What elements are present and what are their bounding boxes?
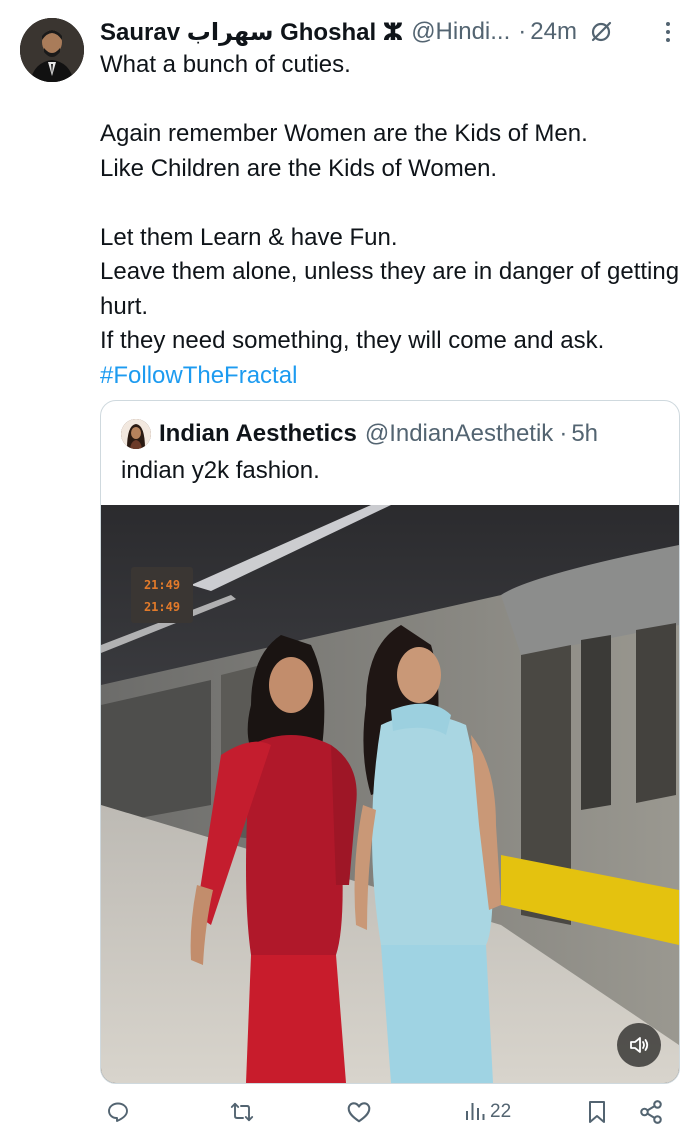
separator-dot: · — [559, 420, 568, 447]
tweet-line: Let them Learn & have Fun. — [100, 223, 398, 251]
share-icon — [640, 1100, 662, 1124]
views-button[interactable]: 22 — [464, 1096, 511, 1128]
quoted-author-name[interactable]: Indian Aesthetics — [159, 420, 357, 448]
retweet-button[interactable] — [230, 1096, 254, 1128]
quoted-tweet-header: Indian Aesthetics @IndianAesthetik · 5h — [121, 417, 598, 451]
tweet-text: What a bunch of cuties. Again remember W… — [100, 48, 680, 393]
retweet-icon — [230, 1102, 254, 1122]
quoted-tweet-text: indian y2k fashion. — [121, 457, 320, 484]
views-icon — [466, 1103, 485, 1120]
bookmark-button[interactable] — [586, 1096, 608, 1128]
share-button[interactable] — [638, 1096, 664, 1128]
tweet-actions: 22 — [100, 1092, 680, 1132]
tweet-line: Leave them alone, unless they are in dan… — [100, 258, 680, 320]
video-frame: 21:49 21:49 — [101, 505, 679, 1083]
tweet-header: Saurav سهراب Ghoshal ⵣ @Hindi... · 24m — [100, 14, 680, 50]
more-options-icon[interactable] — [656, 20, 680, 44]
like-button[interactable] — [346, 1096, 372, 1128]
quoted-tweet[interactable]: Indian Aesthetics @IndianAesthetik · 5h … — [100, 400, 680, 1084]
reply-button[interactable] — [106, 1096, 130, 1128]
views-count: 22 — [490, 1101, 512, 1122]
tweet-line: Like Children are the Kids of Women. — [100, 154, 498, 182]
avatar[interactable] — [20, 18, 84, 82]
tweet-line: What a bunch of cuties. — [100, 51, 351, 78]
platform-display-time: 21:49 — [144, 578, 180, 592]
mute-button[interactable] — [617, 1023, 661, 1067]
tweet-line: Again remember Women are the Kids of Men… — [100, 120, 588, 147]
separator-dot: · — [518, 18, 527, 45]
quoted-avatar[interactable] — [121, 419, 151, 449]
quoted-timestamp[interactable]: 5h — [571, 420, 598, 448]
bookmark-icon — [589, 1101, 605, 1123]
hashtag-link[interactable]: #FollowTheFractal — [100, 362, 297, 389]
video-player[interactable]: 21:49 21:49 — [101, 505, 679, 1083]
grok-icon[interactable] — [589, 20, 613, 44]
heart-icon — [347, 1102, 371, 1123]
platform-display-time: 21:49 — [144, 600, 180, 614]
author-name[interactable]: Saurav سهراب Ghoshal ⵣ — [100, 18, 403, 47]
author-handle[interactable]: @Hindi... — [411, 18, 510, 46]
tweet-line: If they need something, they will come a… — [100, 327, 605, 354]
speaker-icon — [630, 1037, 649, 1053]
tweet: Saurav سهراب Ghoshal ⵣ @Hindi... · 24m W… — [0, 0, 700, 1132]
reply-icon — [108, 1102, 128, 1122]
quoted-author-handle[interactable]: @IndianAesthetik — [365, 420, 553, 448]
timestamp[interactable]: 24m — [530, 18, 577, 46]
